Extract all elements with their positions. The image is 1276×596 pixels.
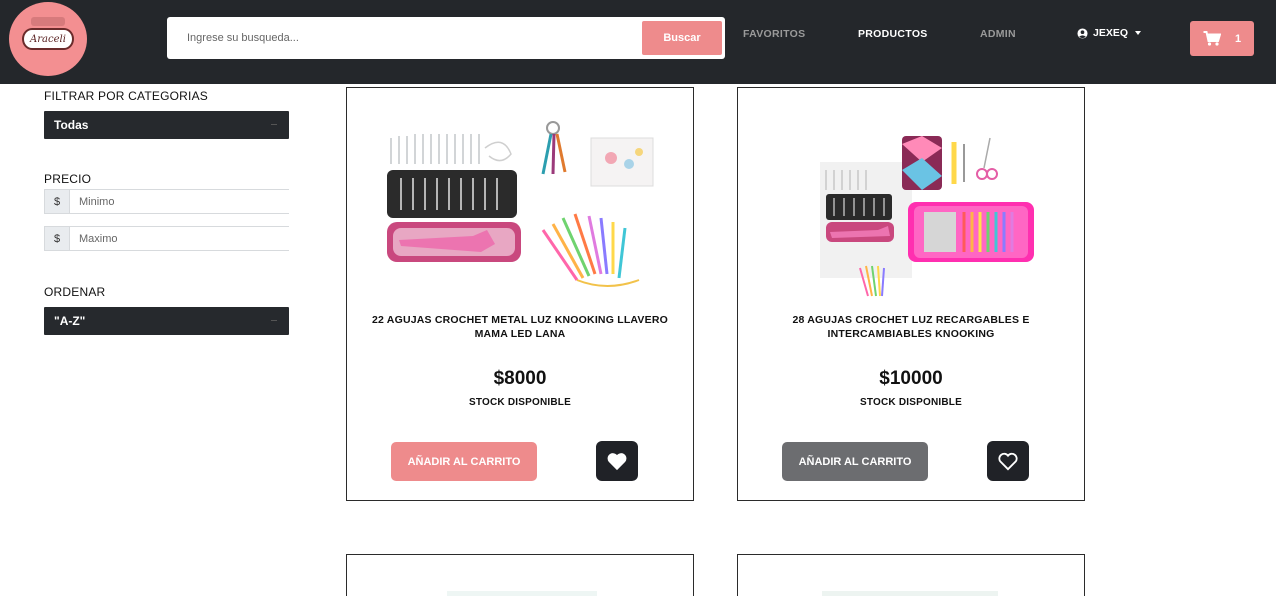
currency-addon: $ — [44, 189, 70, 214]
currency-addon: $ — [44, 226, 70, 251]
product-price: $10000 — [879, 368, 943, 389]
favorite-button[interactable] — [596, 441, 638, 481]
stock-status: STOCK DISPONIBLE — [860, 397, 962, 408]
price-min-group: $ — [44, 189, 289, 214]
logo-plaque: Araceli — [22, 28, 74, 50]
product-price: $8000 — [493, 368, 547, 389]
category-select[interactable]: Todas — [44, 111, 289, 139]
favorite-button[interactable] — [987, 441, 1029, 481]
search-button[interactable]: Buscar — [642, 21, 722, 55]
nav-admin[interactable]: ADMIN — [980, 28, 1016, 40]
heart-outline-icon — [998, 452, 1018, 471]
nav-favoritos[interactable]: FAVORITOS — [743, 28, 805, 40]
cart-button[interactable]: 1 — [1190, 21, 1254, 56]
search-input[interactable] — [173, 23, 633, 53]
araceli-logo[interactable]: Araceli — [9, 2, 87, 76]
category-selected-value: Todas — [54, 118, 89, 132]
add-to-cart-button[interactable]: AÑADIR AL CARRITO — [782, 442, 928, 481]
top-navbar: Araceli Buscar FAVORITOS PRODUCTOS ADMIN… — [0, 0, 1276, 84]
product-title[interactable]: 22 AGUJAS CROCHET METAL LUZ KNOOKING LLA… — [361, 314, 679, 341]
order-label: ORDENAR — [44, 285, 106, 299]
order-select[interactable]: "A-Z" — [44, 307, 289, 335]
search-form: Buscar — [167, 17, 725, 59]
product-card: 22 AGUJAS CROCHET METAL LUZ KNOOKING LLA… — [346, 87, 694, 501]
logo-text: Araceli — [30, 33, 66, 45]
user-menu[interactable]: JEXEQ — [1077, 27, 1142, 39]
price-label: PRECIO — [44, 172, 92, 186]
user-name: JEXEQ — [1093, 27, 1129, 39]
caret-down-icon — [1135, 31, 1142, 35]
logo-ribbon — [31, 17, 65, 26]
product-image-partial — [447, 591, 597, 596]
heart-filled-icon — [607, 453, 627, 471]
order-selected-value: "A-Z" — [54, 314, 86, 328]
cart-count: 1 — [1234, 32, 1242, 45]
price-max-group: $ — [44, 226, 289, 251]
add-to-cart-button[interactable]: AÑADIR AL CARRITO — [391, 442, 537, 481]
product-card — [737, 554, 1085, 596]
select-arrow-icon — [271, 124, 277, 125]
user-circle-icon — [1077, 27, 1088, 39]
product-card — [346, 554, 694, 596]
nav-productos[interactable]: PRODUCTOS — [858, 28, 928, 40]
filter-categories-label: FILTRAR POR CATEGORIAS — [44, 89, 208, 103]
shopping-cart-icon — [1203, 31, 1221, 46]
price-min-input[interactable] — [70, 189, 289, 214]
crochet-kit-image — [387, 121, 654, 287]
product-card: 28 AGUJAS CROCHET LUZ RECARGABLES E INTE… — [737, 87, 1085, 501]
select-arrow-icon — [271, 320, 277, 321]
crochet-case-image — [820, 136, 1034, 297]
price-max-input[interactable] — [70, 226, 289, 251]
product-image-partial — [822, 591, 998, 596]
stock-status: STOCK DISPONIBLE — [469, 397, 571, 408]
product-title[interactable]: 28 AGUJAS CROCHET LUZ RECARGABLES E INTE… — [752, 314, 1070, 341]
